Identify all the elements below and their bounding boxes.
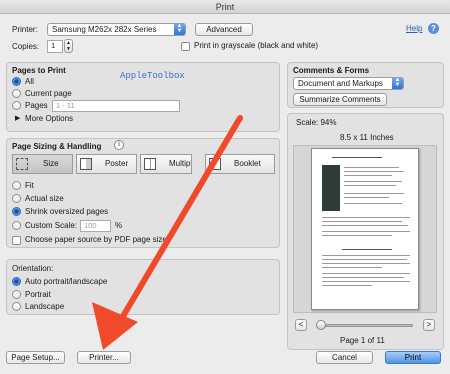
annotation-arrow-icon: [92, 115, 243, 350]
